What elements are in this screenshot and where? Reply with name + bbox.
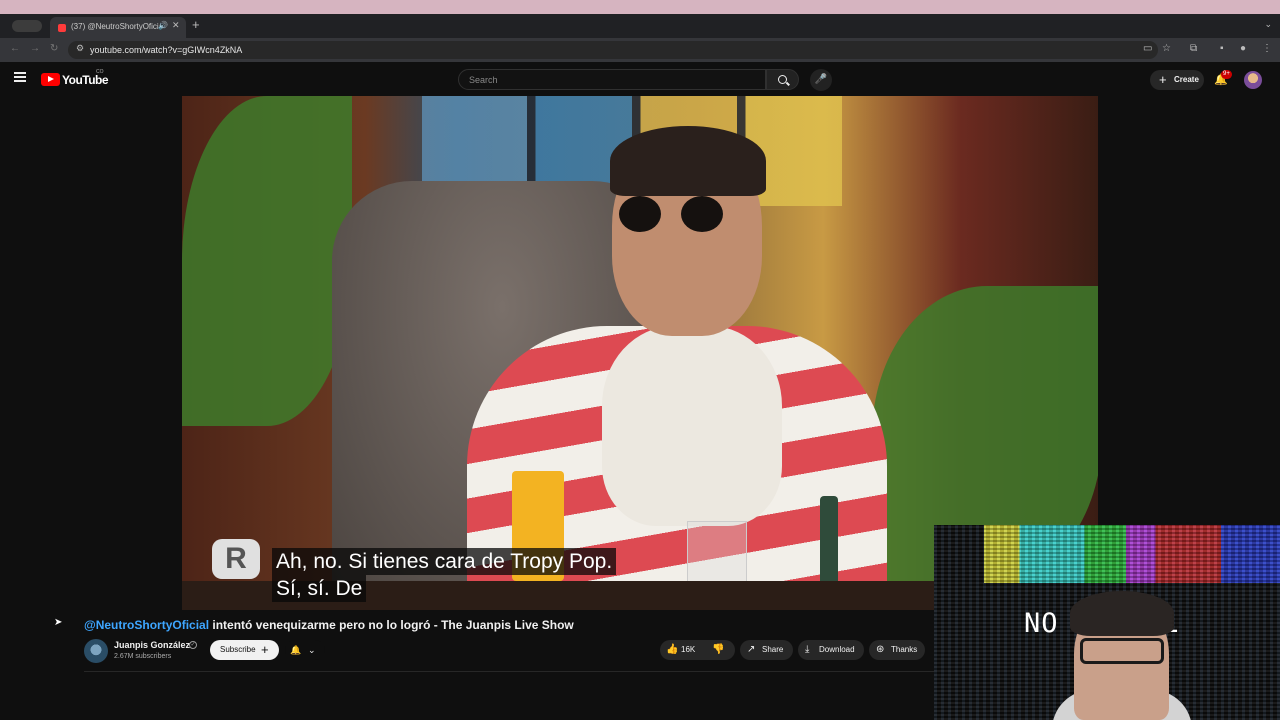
- video-person-scarf: [602, 326, 782, 526]
- plus-icon: +: [261, 642, 269, 657]
- like-dislike-group: 👍 16K 👎: [660, 640, 735, 660]
- verified-badge-icon: ✓: [189, 641, 197, 649]
- address-bar[interactable]: ⚙ youtube.com/watch?v=gGIWcn4ZkNA: [68, 41, 1158, 59]
- voice-search-button[interactable]: 🎤: [810, 69, 832, 91]
- search-button[interactable]: [766, 69, 799, 90]
- thanks-button[interactable]: ⊛ Thanks: [869, 640, 925, 660]
- title-text: intentó venequizarme pero no lo logró - …: [209, 618, 574, 632]
- share-button[interactable]: ↗ Share: [740, 640, 793, 660]
- video-plant-left: [182, 96, 352, 426]
- browser-tab-active[interactable]: (37) @NeutroShortyOficial 🔊 ✕: [50, 17, 186, 38]
- caption-line-1: Ah, no. Si tienes cara de Tropy Pop.: [272, 548, 617, 575]
- thanks-icon: ⊛: [876, 644, 885, 655]
- subscribe-label: Subscribe: [220, 645, 256, 654]
- channel-watermark-logo: R: [212, 539, 260, 579]
- browser-tab-strip: (37) @NeutroShortyOficial 🔊 ✕ + ⌄: [0, 14, 1280, 38]
- cast-icon[interactable]: ▭: [1143, 43, 1152, 54]
- subscriber-count: 2.67M subscribers: [114, 653, 172, 660]
- webcam-person-hair: [1070, 591, 1174, 636]
- back-icon[interactable]: ←: [10, 43, 20, 54]
- title-mention-link[interactable]: @NeutroShortyOficial: [84, 618, 209, 632]
- youtube-favicon-icon: [58, 24, 66, 32]
- chevron-down-icon: ⌄: [308, 645, 316, 655]
- subscribe-button[interactable]: Subscribe +: [210, 640, 279, 660]
- bell-icon: 🔔: [290, 645, 302, 655]
- url-text: youtube.com/watch?v=gGIWcn4ZkNA: [90, 45, 243, 55]
- account-avatar[interactable]: [1244, 71, 1262, 89]
- caption-line-2: Sí, sí. De: [272, 575, 367, 602]
- video-person-hair: [610, 126, 766, 196]
- like-icon[interactable]: 👍: [666, 640, 678, 660]
- like-count[interactable]: 16K: [681, 640, 695, 660]
- plus-icon: +: [1159, 72, 1167, 87]
- profile-icon[interactable]: ●: [1240, 43, 1246, 54]
- divider: [84, 671, 934, 672]
- webcam-person-glasses: [1080, 638, 1164, 664]
- new-tab-icon[interactable]: +: [192, 17, 200, 32]
- browser-menu-icon[interactable]: ⋮: [1262, 43, 1272, 54]
- channel-avatar[interactable]: [84, 639, 108, 663]
- create-button[interactable]: + Create: [1150, 70, 1204, 90]
- browser-toolbar: ← → ↻ ⚙ youtube.com/watch?v=gGIWcn4ZkNA …: [0, 38, 1280, 62]
- video-person-sunglasses: [619, 196, 744, 232]
- tab-title: (37) @NeutroShortyOficial: [71, 22, 161, 31]
- download-icon: ⤓: [805, 644, 810, 655]
- webcam-overlay: NO SIGNAL: [934, 525, 1280, 720]
- notifications-badge: 9+: [1221, 70, 1232, 79]
- close-tab-icon[interactable]: ✕: [172, 20, 180, 31]
- youtube-play-icon: [41, 73, 60, 86]
- share-icon: ↗: [747, 644, 756, 655]
- site-info-icon[interactable]: ⚙: [76, 43, 84, 54]
- download-label: Download: [819, 645, 855, 654]
- mouse-cursor-icon: ➤: [54, 617, 63, 628]
- tab-search-chevron-icon[interactable]: ⌄: [1264, 19, 1272, 30]
- speaker-icon[interactable]: 🔊: [158, 21, 168, 30]
- youtube-header: YouTube CO Search 🎤 + Create 🔔 9+: [0, 62, 1280, 96]
- logo-text: YouTube: [62, 73, 109, 87]
- share-label: Share: [762, 645, 784, 654]
- video-title: @NeutroShortyOficial intentó venequizarm…: [84, 618, 574, 633]
- forward-icon[interactable]: →: [30, 43, 40, 54]
- reload-icon[interactable]: ↻: [50, 43, 58, 54]
- video-captions: Ah, no. Si tienes cara de Tropy Pop. Sí,…: [272, 548, 617, 602]
- thanks-label: Thanks: [891, 645, 918, 654]
- dislike-icon[interactable]: 👎: [712, 640, 724, 660]
- video-bottle: [820, 496, 838, 586]
- search-icon: [778, 75, 787, 84]
- download-button[interactable]: ⤓ Download: [798, 640, 864, 660]
- macos-menu-bar: [0, 0, 1280, 14]
- microphone-icon: 🎤: [814, 74, 828, 85]
- create-label: Create: [1174, 75, 1199, 84]
- tab-group-pill[interactable]: [12, 20, 42, 32]
- bookmark-star-icon[interactable]: ☆: [1162, 43, 1171, 54]
- extension-icon[interactable]: ▪: [1220, 43, 1224, 54]
- extensions-icon[interactable]: ⧉: [1190, 43, 1197, 54]
- search-placeholder: Search: [469, 75, 498, 85]
- search-input[interactable]: Search: [458, 69, 766, 90]
- notification-settings-button[interactable]: 🔔 ⌄: [285, 640, 325, 660]
- channel-name[interactable]: Juanpis González: [114, 640, 190, 651]
- menu-hamburger-icon[interactable]: [14, 72, 26, 82]
- logo-country-code: CO: [96, 69, 104, 75]
